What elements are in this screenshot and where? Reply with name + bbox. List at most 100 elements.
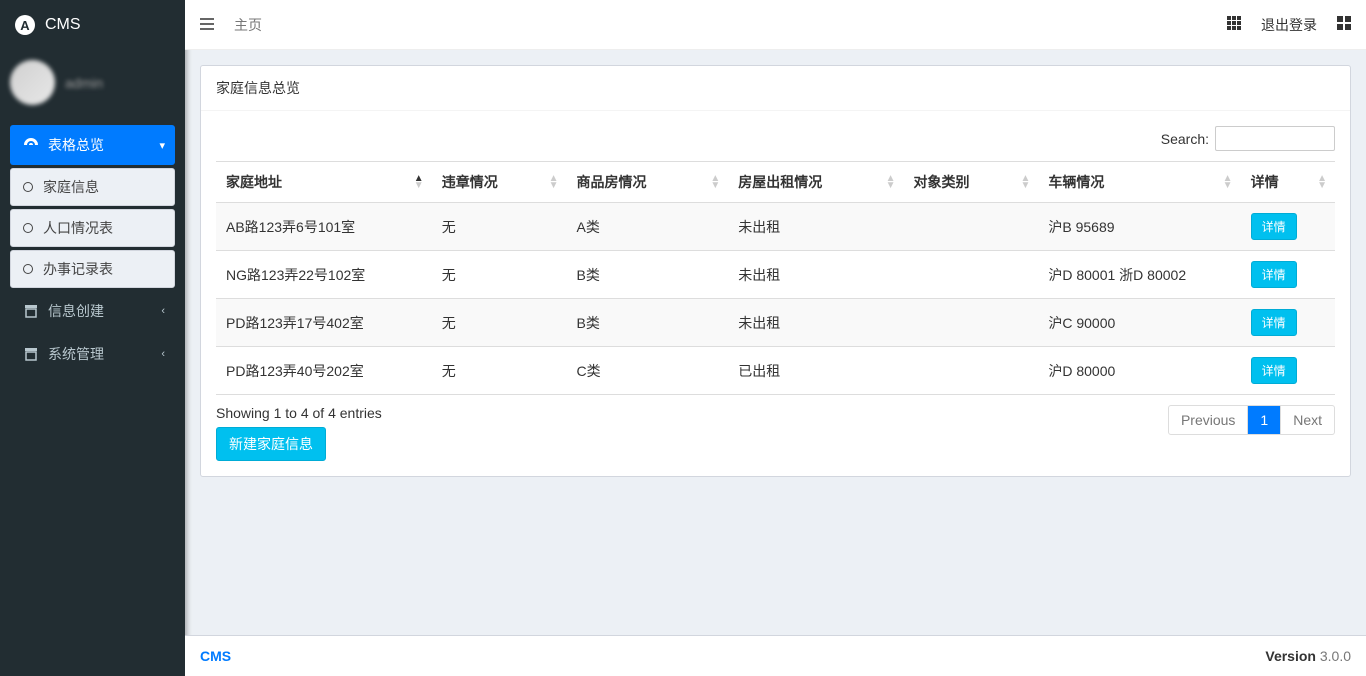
main-area: 主页 退出登录 家庭信息总览 Search:	[185, 0, 1366, 676]
cell-housing: B类	[567, 299, 729, 347]
cell-category	[904, 347, 1039, 395]
cell-rent: 未出租	[728, 251, 903, 299]
footer-brand[interactable]: CMS	[200, 648, 231, 664]
pagination-prev[interactable]: Previous	[1168, 405, 1248, 435]
dashboard-icon	[22, 137, 40, 153]
cell-vehicle: 沪B 95689	[1038, 203, 1240, 251]
detail-button[interactable]: 详情	[1251, 309, 1297, 336]
user-panel[interactable]: admin	[0, 50, 185, 115]
sidebar-item-family-info[interactable]: 家庭信息	[10, 168, 175, 206]
sidebar-item-label: 信息创建	[48, 301, 104, 321]
cell-rent: 已出租	[728, 347, 903, 395]
sidebar-item-label: 表格总览	[48, 135, 104, 155]
column-header-detail[interactable]: 详情▲▼	[1241, 162, 1335, 203]
sort-icon: ▲▼	[414, 175, 424, 189]
cell-violation: 无	[432, 203, 567, 251]
cell-violation: 无	[432, 251, 567, 299]
hamburger-icon[interactable]	[200, 17, 214, 33]
search-label: Search:	[1161, 131, 1209, 147]
table-info: Showing 1 to 4 of 4 entries	[216, 405, 382, 421]
chevron-left-icon: ‹	[161, 305, 165, 317]
cell-housing: A类	[567, 203, 729, 251]
sort-icon: ▲▼	[1317, 175, 1327, 189]
sort-icon: ▲▼	[886, 175, 896, 189]
sort-icon: ▲▼	[1020, 175, 1030, 189]
sidebar-item-create-info[interactable]: 信息创建 ‹	[10, 291, 175, 331]
cell-action: 详情	[1241, 203, 1335, 251]
sort-icon: ▲▼	[710, 175, 720, 189]
cell-address: PD路123弄17号402室	[216, 299, 432, 347]
detail-button[interactable]: 详情	[1251, 357, 1297, 384]
avatar	[10, 60, 55, 105]
cell-address: NG路123弄22号102室	[216, 251, 432, 299]
table-row: PD路123弄17号402室 无 B类 未出租 沪C 90000 详情	[216, 299, 1335, 347]
cell-vehicle: 沪C 90000	[1038, 299, 1240, 347]
cell-rent: 未出租	[728, 299, 903, 347]
archive-icon	[22, 304, 40, 318]
sidebar-item-system-manage[interactable]: 系统管理 ‹	[10, 334, 175, 374]
cell-action: 详情	[1241, 347, 1335, 395]
cell-category	[904, 203, 1039, 251]
column-header-rent[interactable]: 房屋出租情况▲▼	[728, 162, 903, 203]
cell-vehicle: 沪D 80001 浙D 80002	[1038, 251, 1240, 299]
sidebar-item-population[interactable]: 人口情况表	[10, 209, 175, 247]
panel-title: 家庭信息总览	[216, 80, 300, 96]
cell-address: PD路123弄40号202室	[216, 347, 432, 395]
cell-violation: 无	[432, 347, 567, 395]
breadcrumb[interactable]: 主页	[234, 15, 262, 35]
brand[interactable]: A CMS	[0, 0, 185, 50]
sidebar-item-label: 系统管理	[48, 344, 104, 364]
sidebar-item-records[interactable]: 办事记录表	[10, 250, 175, 288]
grid-icon[interactable]	[1337, 16, 1351, 33]
pagination-next[interactable]: Next	[1281, 405, 1335, 435]
sort-icon: ▲▼	[549, 175, 559, 189]
footer-version: Version 3.0.0	[1265, 648, 1351, 664]
chevron-down-icon: ▾	[159, 139, 165, 152]
sidebar-item-label: 人口情况表	[43, 218, 113, 238]
sort-icon: ▲▼	[1223, 175, 1233, 189]
detail-button[interactable]: 详情	[1251, 213, 1297, 240]
cell-housing: B类	[567, 251, 729, 299]
sidebar-item-tables[interactable]: 表格总览 ▾ 家庭信息 人口情况表 办事记录表	[10, 125, 175, 288]
table-row: PD路123弄40号202室 无 C类 已出租 沪D 80000 详情	[216, 347, 1335, 395]
circle-icon	[23, 264, 33, 274]
chevron-left-icon: ‹	[161, 348, 165, 360]
sidebar: A CMS admin 表格总览 ▾ 家庭信息 人口情况表 办事记录表	[0, 0, 185, 676]
search-input[interactable]	[1215, 126, 1335, 151]
cell-vehicle: 沪D 80000	[1038, 347, 1240, 395]
cell-violation: 无	[432, 299, 567, 347]
panel: 家庭信息总览 Search: 家庭地址▲▼ 违章情况▲▼ 商品房情况▲▼	[200, 65, 1351, 477]
column-header-category[interactable]: 对象类别▲▼	[904, 162, 1039, 203]
panel-header: 家庭信息总览	[201, 66, 1350, 111]
pagination-page-1[interactable]: 1	[1248, 405, 1281, 435]
archive-icon	[22, 347, 40, 361]
column-header-vehicle[interactable]: 车辆情况▲▼	[1038, 162, 1240, 203]
sidebar-item-label: 家庭信息	[43, 177, 99, 197]
detail-button[interactable]: 详情	[1251, 261, 1297, 288]
circle-icon	[23, 223, 33, 233]
brand-icon: A	[15, 15, 35, 35]
cell-category	[904, 251, 1039, 299]
column-header-violation[interactable]: 违章情况▲▼	[432, 162, 567, 203]
column-header-address[interactable]: 家庭地址▲▼	[216, 162, 432, 203]
cell-category	[904, 299, 1039, 347]
circle-icon	[23, 182, 33, 192]
footer: CMS Version 3.0.0	[185, 635, 1366, 676]
table-row: AB路123弄6号101室 无 A类 未出租 沪B 95689 详情	[216, 203, 1335, 251]
column-header-housing[interactable]: 商品房情况▲▼	[567, 162, 729, 203]
brand-text: CMS	[45, 16, 81, 34]
cell-action: 详情	[1241, 299, 1335, 347]
cell-housing: C类	[567, 347, 729, 395]
new-family-button[interactable]: 新建家庭信息	[216, 427, 326, 461]
user-name: admin	[65, 75, 103, 91]
sidebar-menu: 表格总览 ▾ 家庭信息 人口情况表 办事记录表 信息创建 ‹	[0, 115, 185, 387]
table-row: NG路123弄22号102室 无 B类 未出租 沪D 80001 浙D 8000…	[216, 251, 1335, 299]
grid-icon[interactable]	[1227, 16, 1241, 33]
cell-rent: 未出租	[728, 203, 903, 251]
sidebar-item-label: 办事记录表	[43, 259, 113, 279]
cell-action: 详情	[1241, 251, 1335, 299]
cell-address: AB路123弄6号101室	[216, 203, 432, 251]
pagination: Previous 1 Next	[1168, 405, 1335, 435]
logout-link[interactable]: 退出登录	[1261, 15, 1317, 35]
data-table: 家庭地址▲▼ 违章情况▲▼ 商品房情况▲▼ 房屋出租情况▲▼ 对象类别▲▼ 车辆…	[216, 161, 1335, 395]
